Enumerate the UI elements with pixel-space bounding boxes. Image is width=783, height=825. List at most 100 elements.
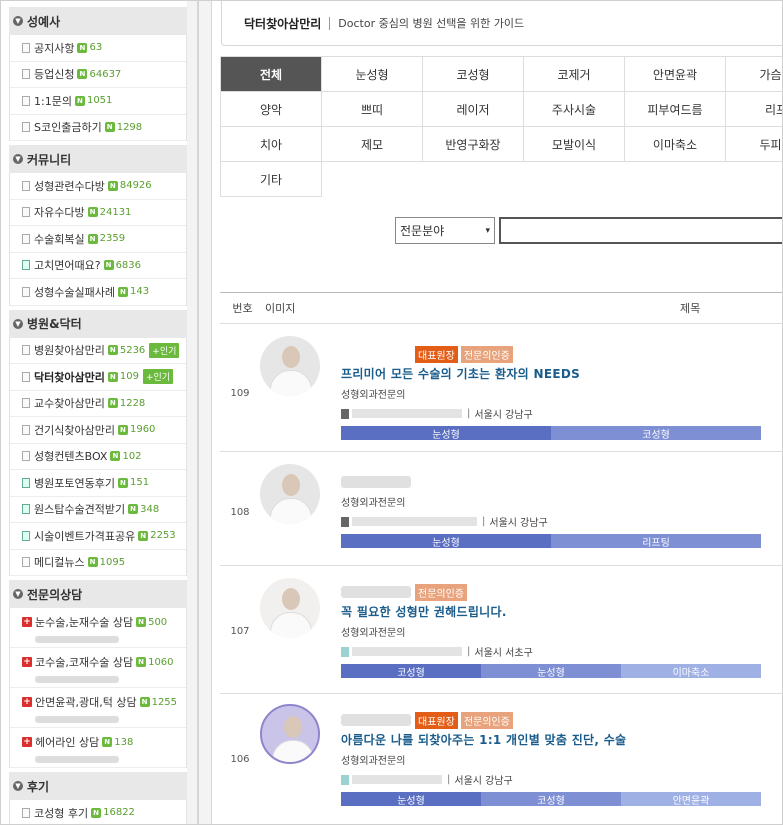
category-tab[interactable]: 제모 <box>322 127 423 162</box>
search-input[interactable] <box>499 217 782 244</box>
category-tab[interactable]: 기타 <box>221 162 322 197</box>
row-number: 107 <box>230 626 250 637</box>
document-icon <box>22 286 30 297</box>
sidebar-item[interactable]: 수술회복실 N 2359 <box>10 226 186 253</box>
category-tab[interactable]: 가슴성 <box>726 57 782 92</box>
category-tab[interactable]: 리프 <box>726 92 782 127</box>
chevron-down-icon: ▼ <box>13 781 23 791</box>
department: 성형외과전문의 <box>341 390 406 401</box>
sidebar-item[interactable]: 1:1문의 N 1051 <box>10 88 186 115</box>
item-count: 1960 <box>129 424 156 436</box>
item-count: 84926 <box>119 180 152 192</box>
category-tab[interactable]: 레이저 <box>423 92 524 127</box>
main-content: 닥터찾아삼만리 Doctor 중심의 병원 선택을 위한 가이드 전체 눈성형 … <box>220 1 782 824</box>
avatar-body <box>270 498 312 524</box>
consult-item[interactable]: + 코수술,코재수술 상담 N 1060 <box>10 648 186 688</box>
category-tab[interactable]: 코제거 <box>524 57 625 92</box>
post-title[interactable]: 프리미어 모든 수술의 기초는 환자의 NEEDS <box>341 365 761 382</box>
blurred-name <box>341 476 411 488</box>
sidebar-item[interactable]: 자유수다방 N 24131 <box>10 200 186 226</box>
sidebar-item[interactable]: 원스탑수술견적받기 N 348 <box>10 497 186 523</box>
list-item[interactable]: 106 대표원장 전문의인증 아름다운 나를 되찾아주는 1:1 개인별 맞춤 … <box>220 694 782 824</box>
specialty-select[interactable]: 전문분야 ▾ <box>395 217 495 244</box>
item-count: 1051 <box>86 95 113 107</box>
sidebar-item[interactable]: 병원찾아삼만리 N 5236 +인기 <box>10 338 186 364</box>
sidebar-item-active[interactable]: 닥터찾아삼만리 N 109 +인기 <box>10 364 186 391</box>
sidebar-item[interactable]: 성형컨텐츠BOX N 102 <box>10 444 186 470</box>
document-icon <box>22 180 30 191</box>
doctor-avatar[interactable] <box>260 578 320 638</box>
location: 서울시 강남구 <box>474 410 533 421</box>
doctor-avatar[interactable] <box>260 464 320 524</box>
tag-row <box>341 474 761 490</box>
sidebar-section-body: 공지사항 N 63 등업신청 N 64637 1:1문의 N 1051 S코인출금하기 N 12… <box>9 35 187 141</box>
sidebar-item[interactable]: 성형수술실패사례 N 143 <box>10 279 186 306</box>
board-header: 닥터찾아삼만리 Doctor 중심의 병원 선택을 위한 가이드 <box>221 1 782 46</box>
sidebar-item[interactable]: 고치면어때요? N 6836 <box>10 253 186 279</box>
new-badge-icon: N <box>91 807 102 818</box>
search-bar: 전문분야 ▾ <box>395 217 782 244</box>
item-count: 16822 <box>103 807 135 819</box>
sidebar-section-header[interactable]: ▼ 성예사 <box>9 7 187 35</box>
section-title: 성예사 <box>27 14 61 29</box>
specialist-certified-badge: 전문의인증 <box>460 345 513 363</box>
sidebar-item[interactable]: 시술이벤트가격표공유 N 2253 <box>10 523 186 550</box>
hospital-icon <box>341 516 349 527</box>
row-number: 108 <box>230 507 250 518</box>
sidebar-section-header[interactable]: ▼ 전문의상담 <box>9 580 187 608</box>
doctor-avatar[interactable] <box>260 336 320 396</box>
sidebar-item[interactable]: 등업신청 N 64637 <box>10 62 186 88</box>
sidebar-item[interactable]: 교수찾아삼만리 N 1228 <box>10 391 186 417</box>
category-tab[interactable]: 쁘띠 <box>322 92 423 127</box>
category-tab[interactable]: 양악 <box>221 92 322 127</box>
consult-item[interactable]: + 헤어라인 상담 N 138 <box>10 728 186 768</box>
category-tab[interactable]: 코성형 <box>423 57 524 92</box>
sidebar-section-body: 병원찾아삼만리 N 5236 +인기 닥터찾아삼만리 N 109 +인기 교수찾아삼만리 N 1… <box>9 337 187 576</box>
blurred-hospital <box>352 409 462 418</box>
list-item[interactable]: 109 대표원장 전문의인증 프리미어 모든 수술의 기초는 환자의 NEEDS… <box>220 324 782 452</box>
list-item[interactable]: 108 성형외과전문의 | 서울시 강남구 눈성형 리프팅 <box>220 452 782 566</box>
tag-row: 전문의인증 <box>341 583 761 601</box>
specialty-bars: 코성형 눈성형 이마축소 <box>341 664 761 679</box>
doctor-avatar[interactable] <box>260 704 320 764</box>
consult-item[interactable]: + 안면윤곽,광대,턱 상담 N 1255 <box>10 688 186 728</box>
avatar-head <box>282 346 300 368</box>
consult-item[interactable]: + 눈수술,눈재수술 상담 N 500 <box>10 608 186 648</box>
document-icon <box>22 345 30 356</box>
sidebar-item[interactable]: 성형관련수다방 N 84926 <box>10 173 186 200</box>
row-number: 109 <box>230 388 250 399</box>
sidebar-item[interactable]: 메디컬뉴스 N 1095 <box>10 550 186 576</box>
list-item[interactable]: 107 전문의인증 꼭 필요한 성형만 권해드립니다. 성형외과전문의 | 서울시… <box>220 566 782 694</box>
category-tab[interactable]: 모발이식 <box>524 127 625 162</box>
chevron-down-icon: ▼ <box>13 589 23 599</box>
chevron-down-icon: ▼ <box>13 16 23 26</box>
sidebar-item[interactable]: S코인출금하기 N 1298 <box>10 115 186 141</box>
tag-row: 대표원장 전문의인증 <box>341 711 761 729</box>
sidebar-item[interactable]: 공지사항 N 63 <box>10 35 186 62</box>
specialty-bar: 이마축소 <box>621 664 761 679</box>
sidebar-item[interactable]: 건기식찾아삼만리 N 1960 <box>10 417 186 444</box>
category-tab[interactable]: 치아 <box>221 127 322 162</box>
post-title[interactable]: 꼭 필요한 성형만 권해드립니다. <box>341 603 761 620</box>
post-title[interactable]: 아름다운 나를 되찾아주는 1:1 개인별 맞춤 진단, 수술 <box>341 731 761 748</box>
category-tab[interactable]: 눈성형 <box>322 57 423 92</box>
chevron-down-icon: ▼ <box>13 154 23 164</box>
blurred-hospital <box>352 775 442 784</box>
category-tab[interactable]: 피부여드름 <box>625 92 726 127</box>
sidebar-item[interactable]: 병원포토연동후기 N 151 <box>10 470 186 497</box>
category-tab[interactable]: 두피문 <box>726 127 782 162</box>
representative-badge: 대표원장 <box>415 345 458 363</box>
category-tab[interactable]: 반영구화장 <box>423 127 524 162</box>
category-tab[interactable]: 안면윤곽 <box>625 57 726 92</box>
category-tab[interactable]: 이마축소 <box>625 127 726 162</box>
category-tab-all[interactable]: 전체 <box>221 57 322 92</box>
sidebar-section-header[interactable]: ▼ 커뮤니티 <box>9 145 187 173</box>
location-row: | 서울시 강남구 <box>341 772 761 787</box>
column-header-image: 이미지 <box>265 302 296 315</box>
row-number: 106 <box>230 754 250 765</box>
sidebar-section-header[interactable]: ▼ 후기 <box>9 772 187 800</box>
category-tab[interactable]: 주사시술 <box>524 92 625 127</box>
sidebar-section-header[interactable]: ▼ 병원&닥터 <box>9 309 187 338</box>
sidebar-item[interactable]: 코성형 후기 N 16822 <box>10 800 186 824</box>
item-count: 151 <box>129 477 150 489</box>
